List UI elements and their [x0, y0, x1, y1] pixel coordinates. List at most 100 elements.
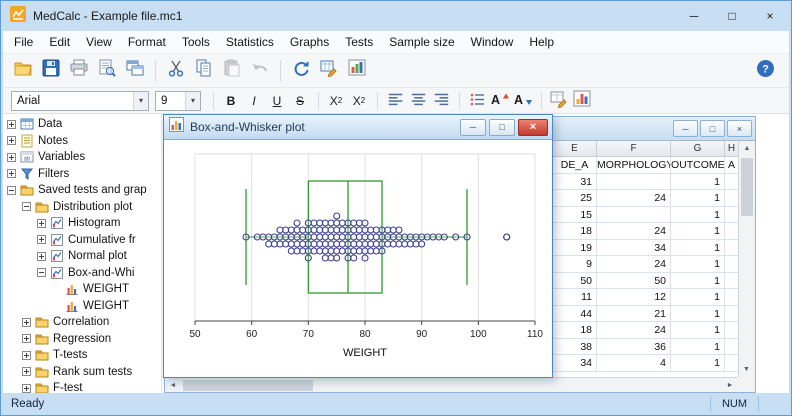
tree-expander-expand-icon[interactable]	[37, 219, 46, 228]
cell[interactable]: 24	[597, 322, 671, 339]
cell[interactable]	[725, 289, 739, 306]
tree-expander-expand-icon[interactable]	[37, 235, 46, 244]
select-data-button[interactable]	[315, 57, 342, 84]
font-family-select[interactable]: Arial▾	[11, 91, 149, 111]
print-button[interactable]	[65, 57, 92, 84]
cell[interactable]: 50	[553, 273, 597, 290]
font-decrease-button[interactable]: A	[512, 90, 534, 112]
cell[interactable]: 44	[553, 306, 597, 323]
cell[interactable]: 21	[597, 306, 671, 323]
tree-item-filters[interactable]: Filters	[3, 166, 161, 183]
insert-chart-button[interactable]	[343, 57, 370, 84]
format-cells-button[interactable]	[548, 90, 570, 112]
cell[interactable]: 1	[671, 256, 725, 273]
cell[interactable]: 34	[553, 355, 597, 372]
superscript-button[interactable]: X2	[348, 90, 370, 112]
tree-expander-collapse-icon[interactable]	[7, 186, 16, 195]
cell[interactable]: 1	[671, 240, 725, 257]
menu-file[interactable]: File	[6, 32, 41, 52]
menu-tests[interactable]: Tests	[337, 32, 381, 52]
cell[interactable]: 1	[671, 355, 725, 372]
refresh-button[interactable]	[287, 57, 314, 84]
column-header-H[interactable]: H	[725, 141, 739, 157]
cell[interactable]: 50	[597, 273, 671, 290]
underline-button[interactable]: U	[266, 90, 288, 112]
align-right-button[interactable]	[430, 90, 452, 112]
cell[interactable]: 18	[553, 223, 597, 240]
tree-item-distribution-plot[interactable]: Distribution plot	[3, 199, 161, 216]
cell[interactable]	[725, 273, 739, 290]
cell[interactable]: 38	[553, 339, 597, 356]
tree-expander-expand-icon[interactable]	[22, 351, 31, 360]
close-button[interactable]: ×	[751, 2, 789, 30]
tree-item-notes[interactable]: Notes	[3, 133, 161, 150]
tree-expander-expand-icon[interactable]	[22, 334, 31, 343]
tree-item-histogram[interactable]: Histogram	[3, 215, 161, 232]
tree-item-f-test[interactable]: F-test	[3, 380, 161, 393]
column-header-F[interactable]: F	[597, 141, 671, 157]
cell[interactable]: OUTCOME	[671, 157, 725, 174]
save-button[interactable]	[37, 57, 64, 84]
menu-sample-size[interactable]: Sample size	[381, 32, 462, 52]
menu-graphs[interactable]: Graphs	[282, 32, 337, 52]
column-header-E[interactable]: E	[553, 141, 597, 157]
chevron-down-icon[interactable]: ▾	[185, 92, 200, 110]
chart-options-button[interactable]	[571, 90, 593, 112]
spreadsheet-horizontal-scrollbar[interactable]: ◄ ►	[165, 377, 738, 392]
tree-item-variables[interactable]: abVariables	[3, 149, 161, 166]
help-button[interactable]: ?	[752, 57, 779, 84]
sheet-close-button[interactable]: ×	[727, 120, 752, 137]
tree-item-data[interactable]: Data	[3, 116, 161, 133]
cell[interactable]	[725, 322, 739, 339]
cell[interactable]	[725, 174, 739, 191]
tree-item-weight[interactable]: WEIGHT	[3, 281, 161, 298]
list-button[interactable]	[466, 90, 488, 112]
tree-item-cumulative-fr[interactable]: Cumulative fr	[3, 232, 161, 249]
cell[interactable]: 31	[553, 174, 597, 191]
menu-format[interactable]: Format	[120, 32, 174, 52]
menu-tools[interactable]: Tools	[174, 32, 218, 52]
tree-expander-expand-icon[interactable]	[7, 169, 16, 178]
cell[interactable]: 1	[671, 223, 725, 240]
cell[interactable]: 24	[597, 256, 671, 273]
cell[interactable]: A	[725, 157, 739, 174]
menu-help[interactable]: Help	[521, 32, 562, 52]
cell[interactable]	[725, 190, 739, 207]
plot-close-button[interactable]: ×	[518, 119, 548, 136]
tree-item-regression[interactable]: Regression	[3, 331, 161, 348]
cut-button[interactable]	[162, 57, 189, 84]
tree-expander-collapse-icon[interactable]	[22, 202, 31, 211]
tree-expander-expand-icon[interactable]	[7, 120, 16, 129]
horizontal-scroll-thumb[interactable]	[183, 380, 313, 391]
cell[interactable]	[597, 207, 671, 224]
plot-maximize-button[interactable]: □	[489, 119, 515, 136]
tree-expander-expand-icon[interactable]	[22, 367, 31, 376]
cell[interactable]: DE_A	[553, 157, 597, 174]
tree-item-normal-plot[interactable]: Normal plot	[3, 248, 161, 265]
tree-item-t-tests[interactable]: T-tests	[3, 347, 161, 364]
subscript-button[interactable]: X2	[325, 90, 347, 112]
cell[interactable]: 25	[553, 190, 597, 207]
maximize-button[interactable]: □	[713, 2, 751, 30]
cell[interactable]: 9	[553, 256, 597, 273]
cell[interactable]: 18	[553, 322, 597, 339]
cell[interactable]: 24	[597, 190, 671, 207]
undo-button[interactable]	[246, 57, 273, 84]
scroll-down-icon[interactable]: ▼	[738, 362, 755, 377]
cell[interactable]: 24	[597, 223, 671, 240]
cell[interactable]: 1	[671, 207, 725, 224]
new-window-button[interactable]	[121, 57, 148, 84]
tree-expander-expand-icon[interactable]	[22, 384, 31, 393]
tree-item-weight[interactable]: WEIGHT	[3, 298, 161, 315]
cell[interactable]: 36	[597, 339, 671, 356]
cell[interactable]	[725, 256, 739, 273]
cell[interactable]: 1	[671, 322, 725, 339]
minimize-button[interactable]: ─	[675, 2, 713, 30]
tree-expander-expand-icon[interactable]	[7, 153, 16, 162]
tree-expander-expand-icon[interactable]	[37, 252, 46, 261]
strikethrough-button[interactable]: S	[289, 90, 311, 112]
sheet-minimize-button[interactable]: ─	[673, 120, 698, 137]
scroll-up-icon[interactable]: ▲	[739, 141, 755, 156]
cell[interactable]: 1	[671, 339, 725, 356]
cell[interactable]: 1	[671, 306, 725, 323]
